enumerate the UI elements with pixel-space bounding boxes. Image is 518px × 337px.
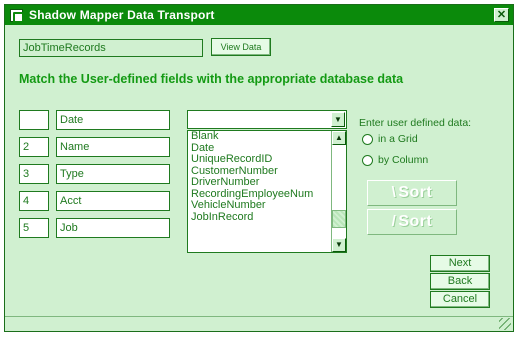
close-button[interactable]: ✕ (494, 8, 509, 22)
field-number-input-2[interactable]: 2 (19, 137, 49, 157)
sort-descending-icon: / (391, 213, 397, 230)
window-title: Shadow Mapper Data Transport (29, 8, 215, 22)
sort-descending-button[interactable]: / Sort (367, 209, 457, 235)
sort-label: Sort (398, 213, 433, 230)
database-field-combo[interactable]: ▼ (187, 110, 347, 129)
dialog-window: Shadow Mapper Data Transport ✕ JobTimeRe… (4, 4, 514, 332)
radio-label: by Column (378, 154, 429, 166)
radio-label: in a Grid (378, 133, 418, 145)
list-item-drivernumber[interactable]: DriverNumber (188, 176, 346, 189)
sort-ascending-button[interactable]: \ Sort (367, 180, 457, 206)
field-name-input-2[interactable]: Name (56, 137, 170, 157)
field-number-input-3[interactable]: 3 (19, 164, 49, 184)
next-button[interactable]: Next (430, 255, 490, 272)
sort-label: Sort (398, 184, 433, 201)
scroll-down-icon[interactable]: ▼ (332, 238, 346, 252)
back-button[interactable]: Back (430, 273, 490, 290)
radio-in-grid[interactable]: in a Grid (362, 133, 418, 145)
field-name-input-1[interactable]: Date (56, 110, 170, 130)
field-number-input-4[interactable]: 4 (19, 191, 49, 211)
list-scrollbar[interactable]: ▲ ▼ (331, 131, 346, 252)
cancel-button[interactable]: Cancel (430, 291, 490, 308)
resize-grip-icon[interactable] (499, 318, 511, 330)
scroll-up-icon[interactable]: ▲ (332, 131, 346, 145)
title-bar[interactable]: Shadow Mapper Data Transport ✕ (5, 5, 513, 25)
status-bar (5, 316, 513, 331)
radio-circle-icon[interactable] (362, 154, 373, 166)
field-number-input-1[interactable] (19, 110, 49, 130)
field-number-input-5[interactable]: 5 (19, 218, 49, 238)
database-field-list[interactable]: Blank Date UniqueRecordID CustomerNumber… (187, 130, 347, 253)
list-item-jobinrecord[interactable]: JobInRecord (188, 211, 346, 224)
radio-by-column[interactable]: by Column (362, 154, 428, 166)
instruction-heading: Match the User-defined fields with the a… (19, 72, 404, 86)
list-item-vehiclenumber[interactable]: VehicleNumber (188, 199, 346, 212)
sort-ascending-icon: \ (391, 184, 397, 201)
view-data-button[interactable]: View Data (211, 38, 271, 56)
chevron-down-icon[interactable]: ▼ (331, 112, 345, 127)
field-name-input-3[interactable]: Type (56, 164, 170, 184)
app-icon (10, 8, 24, 23)
radio-circle-icon[interactable] (362, 133, 373, 145)
field-name-input-5[interactable]: Job (56, 218, 170, 238)
field-name-input-4[interactable]: Acct (56, 191, 170, 211)
scroll-thumb[interactable] (332, 210, 346, 228)
record-source-field[interactable]: JobTimeRecords (19, 39, 203, 57)
entry-mode-label: Enter user defined data: (359, 117, 472, 129)
list-item-uniquerecordid[interactable]: UniqueRecordID (188, 153, 346, 166)
list-item-blank[interactable]: Blank (188, 131, 346, 143)
